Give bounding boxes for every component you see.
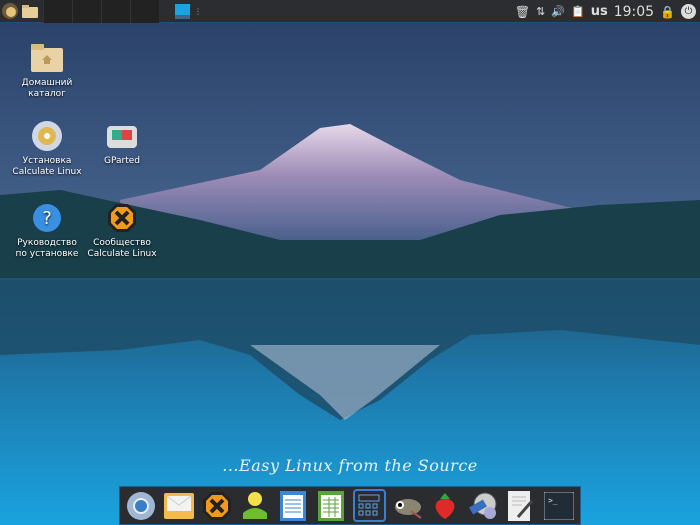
home-folder-icon	[31, 42, 63, 74]
strawberry-icon[interactable]	[429, 489, 462, 522]
calculator-icon[interactable]	[352, 489, 386, 522]
desktop-icon-community[interactable]: Сообщество Calculate Linux	[82, 202, 162, 260]
trash-icon[interactable]: 🗑	[515, 5, 530, 19]
desktop-icon-home[interactable]: Домашний каталог	[7, 42, 87, 100]
chromium-icon[interactable]	[125, 489, 158, 522]
top-panel: ⋮ 🗑 ⇅ 🔊 📋 us 19:05 🔒 ⏻	[0, 0, 700, 23]
terminal-icon[interactable]: >_	[543, 489, 576, 522]
keyboard-layout[interactable]: us	[591, 4, 608, 19]
calculate-icon[interactable]	[201, 489, 234, 522]
network-icon[interactable]: ⇅	[536, 5, 545, 18]
desktop-icon-guide[interactable]: ? Руководство по установке	[7, 202, 87, 260]
icon-label: Установка	[22, 156, 72, 166]
panel-handle[interactable]: ⋮	[194, 7, 202, 16]
calculate-community-icon	[106, 202, 138, 234]
text-editor-icon[interactable]	[505, 489, 538, 522]
desktop-icon-install[interactable]: Установка Calculate Linux	[7, 120, 87, 178]
gimp-icon[interactable]	[391, 489, 424, 522]
icon-label: Руководство	[17, 238, 77, 248]
clipboard-icon[interactable]: 📋	[571, 5, 585, 18]
icon-label: Calculate Linux	[87, 249, 157, 259]
install-disc-icon	[31, 120, 63, 152]
gparted-icon	[106, 120, 138, 152]
desktop-icon-gparted[interactable]: GParted	[82, 120, 162, 167]
icon-label: каталог	[28, 89, 66, 99]
clock[interactable]: 19:05	[614, 4, 654, 20]
wallpaper	[0, 0, 700, 525]
file-manager-launcher[interactable]	[20, 1, 40, 21]
video-player-icon[interactable]	[467, 489, 500, 522]
wallpaper-tagline: ...Easy Linux from the Source	[222, 456, 478, 475]
workspace-3[interactable]	[101, 0, 130, 23]
volume-icon[interactable]: 🔊	[551, 5, 565, 18]
workspace-2[interactable]	[72, 0, 101, 23]
spreadsheet-icon[interactable]	[315, 489, 348, 522]
svg-text:>_: >_	[548, 496, 558, 505]
svg-text:?: ?	[42, 208, 52, 229]
workspace-1[interactable]	[43, 0, 72, 23]
icon-label: GParted	[104, 156, 140, 166]
dock: >_	[119, 486, 581, 525]
app-menu-button[interactable]	[0, 1, 20, 21]
icon-label: Calculate Linux	[12, 167, 82, 177]
writer-icon[interactable]	[277, 489, 310, 522]
icon-label: Домашний	[21, 78, 73, 88]
contacts-icon[interactable]	[239, 489, 272, 522]
desktop-pager[interactable]	[175, 3, 190, 19]
lock-icon[interactable]: 🔒	[660, 5, 675, 19]
workspace-4[interactable]	[130, 0, 159, 23]
mail-icon[interactable]	[163, 489, 196, 522]
icon-label: по установке	[15, 249, 79, 259]
help-icon: ?	[31, 202, 63, 234]
power-icon[interactable]: ⏻	[681, 4, 696, 19]
icon-label: Сообщество	[93, 238, 151, 248]
